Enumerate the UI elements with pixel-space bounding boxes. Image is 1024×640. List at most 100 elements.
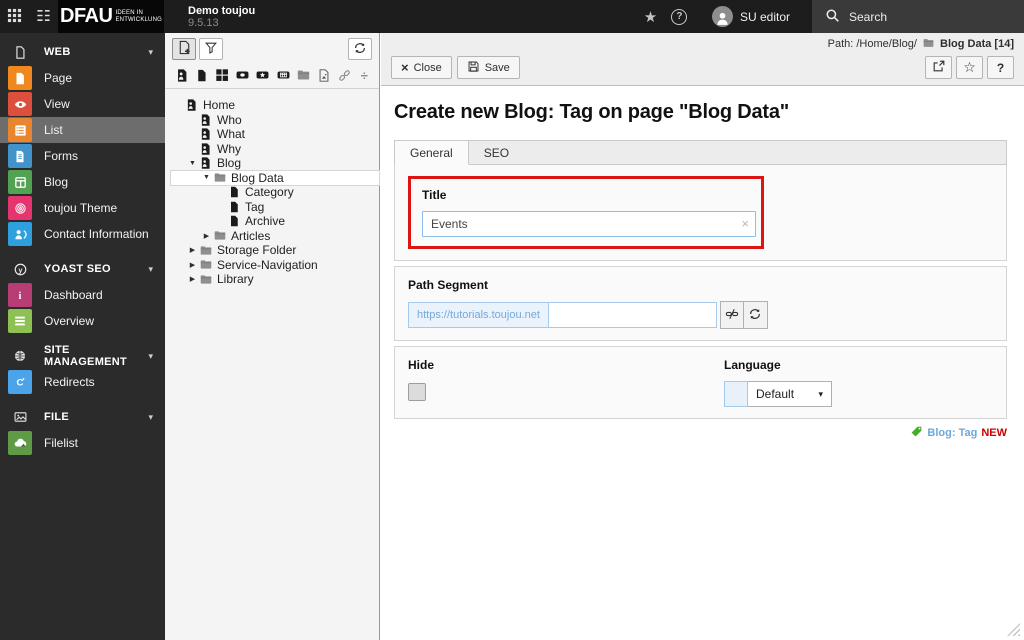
tree-node-who[interactable]: Who — [171, 113, 379, 128]
sidebar-item-blog[interactable]: Blog — [0, 169, 165, 195]
tree-node-storage-folder[interactable]: ▶ Storage Folder — [171, 243, 379, 258]
globe-icon — [8, 349, 32, 363]
svg-text:y: y — [18, 265, 23, 274]
tab-general[interactable]: General — [395, 141, 469, 165]
tree-node-home[interactable]: Home — [171, 98, 379, 113]
tree-node-why[interactable]: Why — [171, 142, 379, 157]
tree-node-service-navigation[interactable]: ▶ Service-Navigation — [171, 258, 379, 273]
yoast-icon: y — [8, 262, 32, 277]
filter-button[interactable] — [199, 38, 223, 60]
sidebar-item-overview[interactable]: Overview — [0, 308, 165, 334]
folder-icon — [198, 273, 213, 286]
grid-icon — [7, 8, 22, 26]
drag-link-page-icon[interactable] — [235, 67, 250, 83]
fingerprint-icon — [8, 196, 32, 220]
path-segment-input[interactable] — [548, 302, 717, 328]
expand-arrow-icon[interactable]: ▶ — [187, 261, 198, 269]
title-section: Title × — [394, 165, 1007, 261]
sidebar-item-forms[interactable]: Forms — [0, 143, 165, 169]
refresh-icon — [748, 307, 762, 324]
collapse-arrow-icon[interactable]: ▼ — [187, 160, 198, 167]
bookmark-button[interactable]: ★ — [636, 0, 665, 33]
form-icon — [8, 144, 32, 168]
tree-node-category[interactable]: Category — [171, 185, 379, 200]
language-field-label: Language — [724, 358, 781, 372]
search-bar[interactable]: Search — [812, 0, 1024, 33]
page-module-icon — [8, 66, 32, 90]
folder-icon — [922, 37, 935, 55]
options-section: Hide Language Default ▾ — [394, 346, 1007, 419]
close-icon: × — [401, 60, 409, 75]
tree-node-tag[interactable]: Tag — [171, 200, 379, 215]
tag-icon — [910, 425, 923, 441]
tree-node-what[interactable]: What — [171, 127, 379, 142]
rows-icon — [8, 309, 32, 333]
tab-bar: General SEO — [394, 140, 1007, 165]
list-icon — [8, 118, 32, 142]
expand-arrow-icon[interactable]: ▶ — [201, 232, 212, 240]
expand-arrow-icon[interactable]: ▶ — [187, 275, 198, 283]
tree-node-archive[interactable]: Archive — [171, 214, 379, 229]
sidebar-item-redirects[interactable]: C Redirects — [0, 369, 165, 395]
user-menu[interactable]: SU editor — [711, 6, 790, 27]
tab-seo[interactable]: SEO — [469, 141, 524, 164]
sidebar-item-dashboard[interactable]: i Dashboard — [0, 282, 165, 308]
hide-checkbox[interactable] — [408, 383, 426, 401]
drag-recycler-icon[interactable] — [316, 67, 331, 83]
page-title: Create new Blog: Tag on page "Blog Data" — [394, 101, 790, 123]
slug-toggle-button[interactable] — [719, 301, 744, 329]
close-button[interactable]: × Close — [391, 56, 452, 79]
page-tree: Home Who What Why ▼ Blog ▼ Blog Data Cat… — [165, 89, 380, 287]
title-input[interactable] — [422, 211, 756, 237]
tree-node-articles[interactable]: ▶ Articles — [171, 229, 379, 244]
sidebar-section-site-management[interactable]: SITE MANAGEMENT ▾ — [0, 343, 165, 369]
record-type-link[interactable]: Blog: Tag — [927, 427, 977, 439]
language-flag-box — [724, 381, 748, 407]
sidebar-item-contact-information[interactable]: Contact Information — [0, 221, 165, 247]
tree-node-blog[interactable]: ▼ Blog — [171, 156, 379, 171]
pagetree-toggle[interactable] — [29, 0, 58, 33]
chevron-down-icon: ▾ — [818, 388, 823, 399]
drag-plain-page-icon[interactable] — [194, 67, 209, 83]
drag-mountpoint-page-icon[interactable] — [275, 67, 290, 83]
resize-handle[interactable] — [1007, 623, 1020, 636]
drag-standard-page-icon[interactable] — [174, 67, 189, 83]
docheader-help-button[interactable]: ? — [987, 56, 1014, 79]
cloud-icon — [8, 431, 32, 455]
clear-input-icon[interactable]: × — [741, 216, 749, 231]
help-button[interactable]: ? — [665, 0, 694, 33]
tree-toolbar: ÷ — [165, 33, 379, 89]
sidebar-item-page[interactable]: Page — [0, 65, 165, 91]
sidebar-section-yoast-seo[interactable]: y YOAST SEO ▾ — [0, 256, 165, 282]
sidebar-item-list[interactable]: List — [0, 117, 165, 143]
help-icon: ? — [671, 8, 688, 25]
sidebar-item-filelist[interactable]: Filelist — [0, 430, 165, 456]
expand-arrow-icon[interactable]: ▶ — [187, 246, 198, 254]
bookmark-record-button[interactable]: ☆ — [956, 56, 983, 79]
svg-text:i: i — [19, 291, 22, 302]
slug-recalculate-button[interactable] — [743, 301, 768, 329]
contact-icon — [8, 222, 32, 246]
language-select[interactable]: Default ▾ — [724, 381, 832, 407]
tree-refresh-button[interactable] — [348, 38, 372, 60]
module-grid-toggle[interactable] — [0, 0, 29, 33]
funnel-icon — [204, 41, 218, 58]
drag-folder-icon[interactable] — [296, 67, 311, 83]
drag-backend-section-icon[interactable] — [215, 67, 230, 83]
sidebar-section-web[interactable]: WEB ▾ — [0, 39, 165, 65]
collapse-arrow-icon[interactable]: ▼ — [201, 174, 212, 181]
tree-node-library[interactable]: ▶ Library — [171, 272, 379, 287]
redirect-icon: C — [8, 370, 32, 394]
drag-spacer-icon[interactable]: ÷ — [357, 67, 372, 83]
typo3-version: 9.5.13 — [188, 16, 219, 29]
sidebar-section-file[interactable]: FILE ▾ — [0, 404, 165, 430]
tree-node-blog-data[interactable]: ▼ Blog Data — [170, 169, 380, 186]
sidebar-item-toujou-theme[interactable]: toujou Theme — [0, 195, 165, 221]
logo-tagline: IDEEN IN ENTWICKLUNG — [115, 10, 162, 23]
drag-link-icon[interactable] — [336, 67, 351, 83]
save-button[interactable]: Save — [456, 56, 520, 79]
open-in-new-window-button[interactable] — [925, 56, 952, 79]
new-page-button[interactable] — [172, 38, 196, 60]
sidebar-item-view[interactable]: View — [0, 91, 165, 117]
drag-shortcut-page-icon[interactable] — [255, 67, 270, 83]
